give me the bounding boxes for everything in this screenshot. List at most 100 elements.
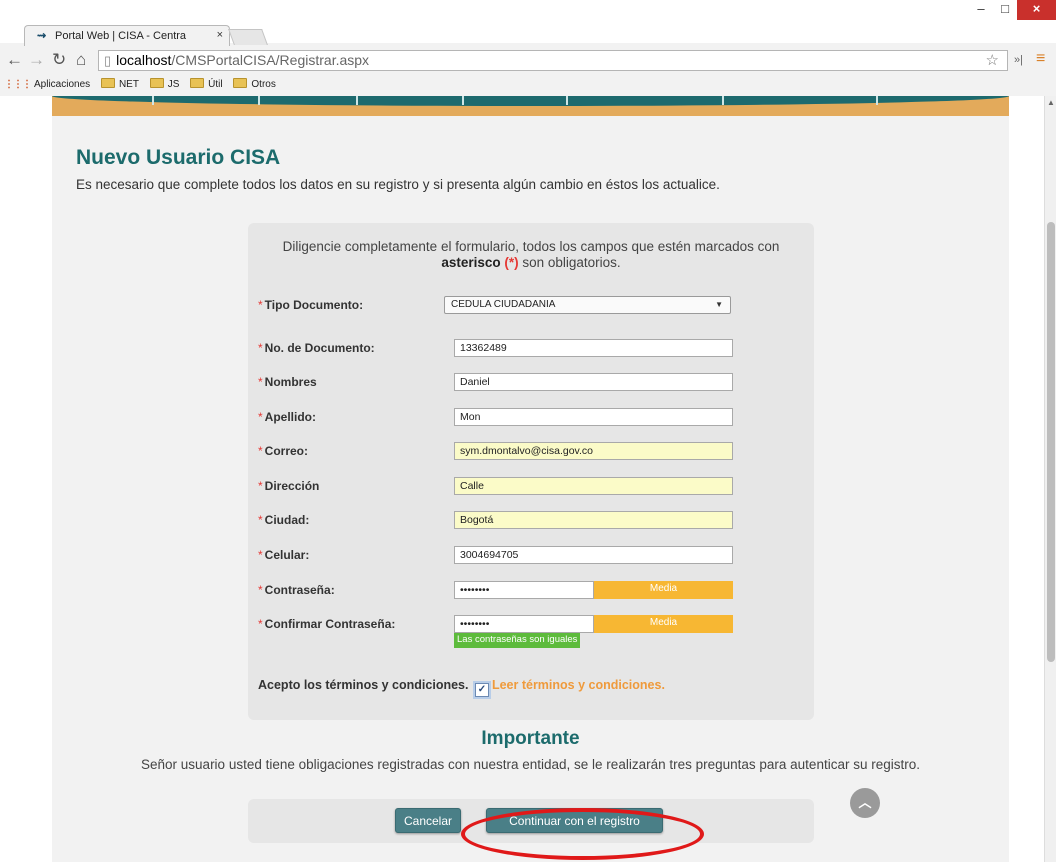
bookmark-apps[interactable]: ⋮⋮⋮ Aplicaciones xyxy=(4,79,90,90)
header-banner-arc xyxy=(52,96,1009,106)
banner-divider xyxy=(566,96,568,105)
field-label-text: Nombres xyxy=(264,375,317,389)
celular-input[interactable]: 3004694705 xyxy=(454,546,733,564)
banner-divider xyxy=(462,96,464,105)
required-asterisk: * xyxy=(258,444,263,458)
home-icon[interactable]: ⌂ xyxy=(76,50,86,70)
url-host: localhost xyxy=(116,52,172,68)
field-label-text: Confirmar Contraseña: xyxy=(264,617,396,631)
required-asterisk: * xyxy=(258,341,263,355)
terms-checkbox[interactable]: ✓ xyxy=(474,683,489,697)
annotation-highlight-circle xyxy=(461,808,704,860)
folder-icon xyxy=(233,78,248,88)
banner-divider xyxy=(722,96,724,105)
field-label-text: Celular: xyxy=(264,548,310,562)
field-label-text: No. de Documento: xyxy=(264,341,375,355)
field-label-text: Tipo Documento: xyxy=(264,298,364,312)
page-subtitle: Es necesario que complete todos los dato… xyxy=(76,177,720,192)
bookmark-label: Útil xyxy=(208,79,223,90)
required-asterisk: * xyxy=(258,375,263,389)
tab-close-icon[interactable]: × xyxy=(217,29,223,41)
scrollbar-thumb[interactable] xyxy=(1047,222,1055,662)
required-asterisk: * xyxy=(258,548,263,562)
back-arrow-icon[interactable]: ← xyxy=(6,50,23,70)
folder-icon xyxy=(149,78,164,88)
bookmark-label: Aplicaciones xyxy=(34,79,91,90)
field-label-text: Apellido: xyxy=(264,410,316,424)
direccion-input[interactable]: Calle xyxy=(454,477,733,495)
apellido-input[interactable]: Mon xyxy=(454,408,733,426)
browser-tab[interactable]: ⇝ Portal Web | CISA - Centra × xyxy=(24,25,230,46)
field-label: * Contraseña: xyxy=(258,583,335,597)
bookmark-folder-net[interactable]: NET xyxy=(100,78,139,90)
extensions-overflow-icon[interactable]: »| xyxy=(1014,54,1023,66)
new-tab-button[interactable] xyxy=(228,29,268,45)
field-label: * Apellido: xyxy=(258,410,316,424)
url-path: /CMSPortalCISA/Registrar.aspx xyxy=(171,52,370,68)
required-asterisk: * xyxy=(258,513,263,527)
field-label: * Tipo Documento: xyxy=(258,298,363,312)
window-close-button[interactable]: × xyxy=(1017,0,1056,20)
bookmark-folder-util[interactable]: Útil xyxy=(190,78,223,90)
banner-divider xyxy=(258,96,260,105)
header-banner xyxy=(52,96,1009,116)
window-maximize-button[interactable]: □ xyxy=(993,0,1017,20)
field-label-text: Dirección xyxy=(264,479,320,493)
page-icon: ▯ xyxy=(104,53,112,68)
field-label-text: Ciudad: xyxy=(264,513,310,527)
ciudad-input[interactable]: Bogotá xyxy=(454,511,733,529)
nombres-input[interactable]: Daniel xyxy=(454,373,733,391)
form-instructions-suffix: son obligatorios. xyxy=(518,255,621,270)
cancel-button[interactable]: Cancelar xyxy=(395,808,461,833)
important-heading: Importante xyxy=(481,728,580,749)
no-documento-input[interactable]: 13362489 xyxy=(454,339,733,357)
address-bar[interactable]: ▯ localhost/CMSPortalCISA/Registrar.aspx … xyxy=(98,50,1008,71)
registration-form: Diligencie completamente el formulario, … xyxy=(248,223,814,720)
forward-arrow-icon[interactable]: → xyxy=(28,50,45,70)
tipo-documento-select[interactable]: CEDULA CIUDADANIA ▼ xyxy=(444,296,731,314)
select-value: CEDULA CIUDADANIA xyxy=(451,299,556,310)
terms-link[interactable]: Leer términos y condiciones. xyxy=(492,678,665,692)
banner-divider xyxy=(356,96,358,105)
important-notice: Señor usuario usted tiene obligaciones r… xyxy=(141,757,920,772)
required-asterisk: * xyxy=(258,410,263,424)
field-label: * Ciudad: xyxy=(258,513,309,527)
required-asterisk: * xyxy=(258,617,263,631)
scroll-up-arrow-icon[interactable]: ▲ xyxy=(1047,98,1055,107)
field-label: * No. de Documento: xyxy=(258,341,375,355)
bookmark-label: JS xyxy=(167,79,180,90)
confirmar-contrasena-input[interactable]: •••••••• xyxy=(454,615,594,633)
field-label: * Confirmar Contraseña: xyxy=(258,617,395,631)
window-minimize-button[interactable]: – xyxy=(969,0,993,20)
folder-icon xyxy=(190,78,205,88)
password-strength-indicator: Media xyxy=(594,581,733,599)
field-label-text: Correo: xyxy=(264,444,309,458)
field-label-text: Contraseña: xyxy=(264,583,335,597)
password-match-message: Las contraseñas son iguales xyxy=(454,633,581,648)
bookmark-label: Otros xyxy=(251,79,276,90)
terms-row: Acepto los términos y condiciones. ✓ Leer… xyxy=(258,678,665,697)
browser-menu-icon[interactable]: ≡ xyxy=(1036,50,1045,68)
field-label: * Nombres xyxy=(258,375,317,389)
reload-icon[interactable]: ↻ xyxy=(52,50,66,70)
field-label: * Correo: xyxy=(258,444,308,458)
bookmark-folder-otros[interactable]: Otros xyxy=(233,78,276,90)
required-asterisk: * xyxy=(258,298,263,312)
scroll-to-top-icon[interactable]: ︿ xyxy=(850,788,880,818)
page-viewport: Nuevo Usuario CISA Es necesario que comp… xyxy=(0,96,1044,862)
bookmark-folder-js[interactable]: JS xyxy=(149,78,180,90)
banner-divider xyxy=(876,96,878,105)
correo-input[interactable]: sym.dmontalvo@cisa.gov.co xyxy=(454,442,733,460)
page-title: Nuevo Usuario CISA xyxy=(76,146,281,169)
page-scrollbar[interactable]: ▲ xyxy=(1044,96,1056,862)
tab-strip: ⇝ Portal Web | CISA - Centra × – □ × xyxy=(0,0,1056,46)
dropdown-arrow-icon: ▼ xyxy=(715,300,723,309)
banner-divider xyxy=(152,96,154,105)
browser-chrome: ⇝ Portal Web | CISA - Centra × – □ × ← → … xyxy=(0,0,1056,96)
form-instructions-bold: asterisco xyxy=(441,255,501,270)
contrasena-input[interactable]: •••••••• xyxy=(454,581,594,599)
field-label: * Dirección xyxy=(258,479,319,493)
bookmark-star-icon[interactable]: ☆ xyxy=(986,51,999,69)
folder-icon xyxy=(100,78,115,88)
field-label: * Celular: xyxy=(258,548,309,562)
